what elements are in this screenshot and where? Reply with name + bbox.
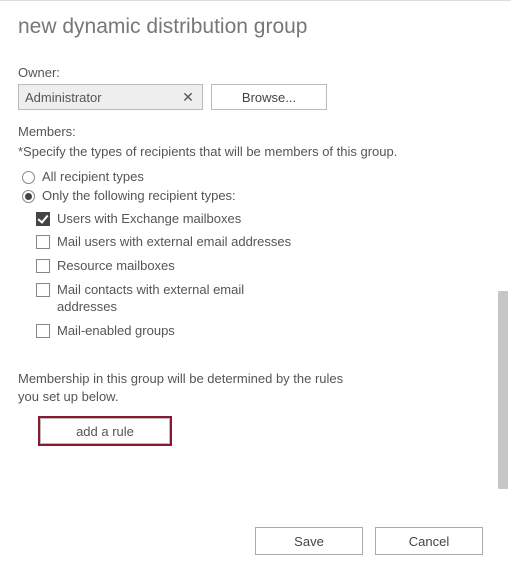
- save-button[interactable]: Save: [255, 527, 363, 555]
- checkbox-mail-enabled-groups[interactable]: Mail-enabled groups: [36, 323, 477, 340]
- owner-input[interactable]: Administrator ✕: [18, 84, 203, 110]
- membership-note: Membership in this group will be determi…: [18, 370, 348, 406]
- cancel-button[interactable]: Cancel: [375, 527, 483, 555]
- checkbox-label: Mail contacts with external email addres…: [57, 282, 307, 316]
- page-title: new dynamic distribution group: [18, 15, 477, 39]
- checkbox-mail-contacts-external[interactable]: Mail contacts with external email addres…: [36, 282, 477, 316]
- members-hint: *Specify the types of recipients that wi…: [18, 143, 477, 161]
- owner-label: Owner:: [18, 65, 477, 80]
- checkbox-icon: [36, 324, 50, 338]
- recipient-scope-radios: All recipient types Only the following r…: [22, 169, 477, 203]
- dialog-footer: Save Cancel: [0, 516, 511, 566]
- dialog: new dynamic distribution group Owner: Ad…: [0, 0, 511, 566]
- scrollbar-thumb[interactable]: [498, 291, 508, 489]
- checkbox-icon: [36, 283, 50, 297]
- radio-icon: [22, 171, 35, 184]
- checkbox-label: Users with Exchange mailboxes: [57, 211, 241, 228]
- vertical-scrollbar[interactable]: [497, 81, 509, 489]
- radio-only-following-types[interactable]: Only the following recipient types:: [22, 188, 477, 203]
- add-rule-wrap: add a rule: [40, 418, 477, 444]
- radio-icon: [22, 190, 35, 203]
- members-label: Members:: [18, 124, 477, 139]
- checkbox-label: Resource mailboxes: [57, 258, 175, 275]
- checkbox-icon: [36, 212, 50, 226]
- checkbox-mail-users-external[interactable]: Mail users with external email addresses: [36, 234, 477, 251]
- clear-owner-icon[interactable]: ✕: [178, 85, 198, 109]
- checkbox-label: Mail-enabled groups: [57, 323, 175, 340]
- browse-button[interactable]: Browse...: [211, 84, 327, 110]
- checkbox-resource-mailboxes[interactable]: Resource mailboxes: [36, 258, 477, 275]
- owner-row: Administrator ✕ Browse...: [18, 84, 477, 110]
- checkbox-users-exchange-mailboxes[interactable]: Users with Exchange mailboxes: [36, 211, 477, 228]
- radio-label: Only the following recipient types:: [42, 188, 236, 203]
- checkbox-label: Mail users with external email addresses: [57, 234, 291, 251]
- recipient-type-checklist: Users with Exchange mailboxes Mail users…: [36, 211, 477, 340]
- add-rule-button[interactable]: add a rule: [40, 418, 170, 444]
- form-scroll-area: new dynamic distribution group Owner: Ad…: [0, 1, 493, 496]
- radio-label: All recipient types: [42, 169, 144, 184]
- checkbox-icon: [36, 259, 50, 273]
- checkbox-icon: [36, 235, 50, 249]
- radio-all-recipient-types[interactable]: All recipient types: [22, 169, 477, 184]
- owner-value: Administrator: [25, 90, 102, 105]
